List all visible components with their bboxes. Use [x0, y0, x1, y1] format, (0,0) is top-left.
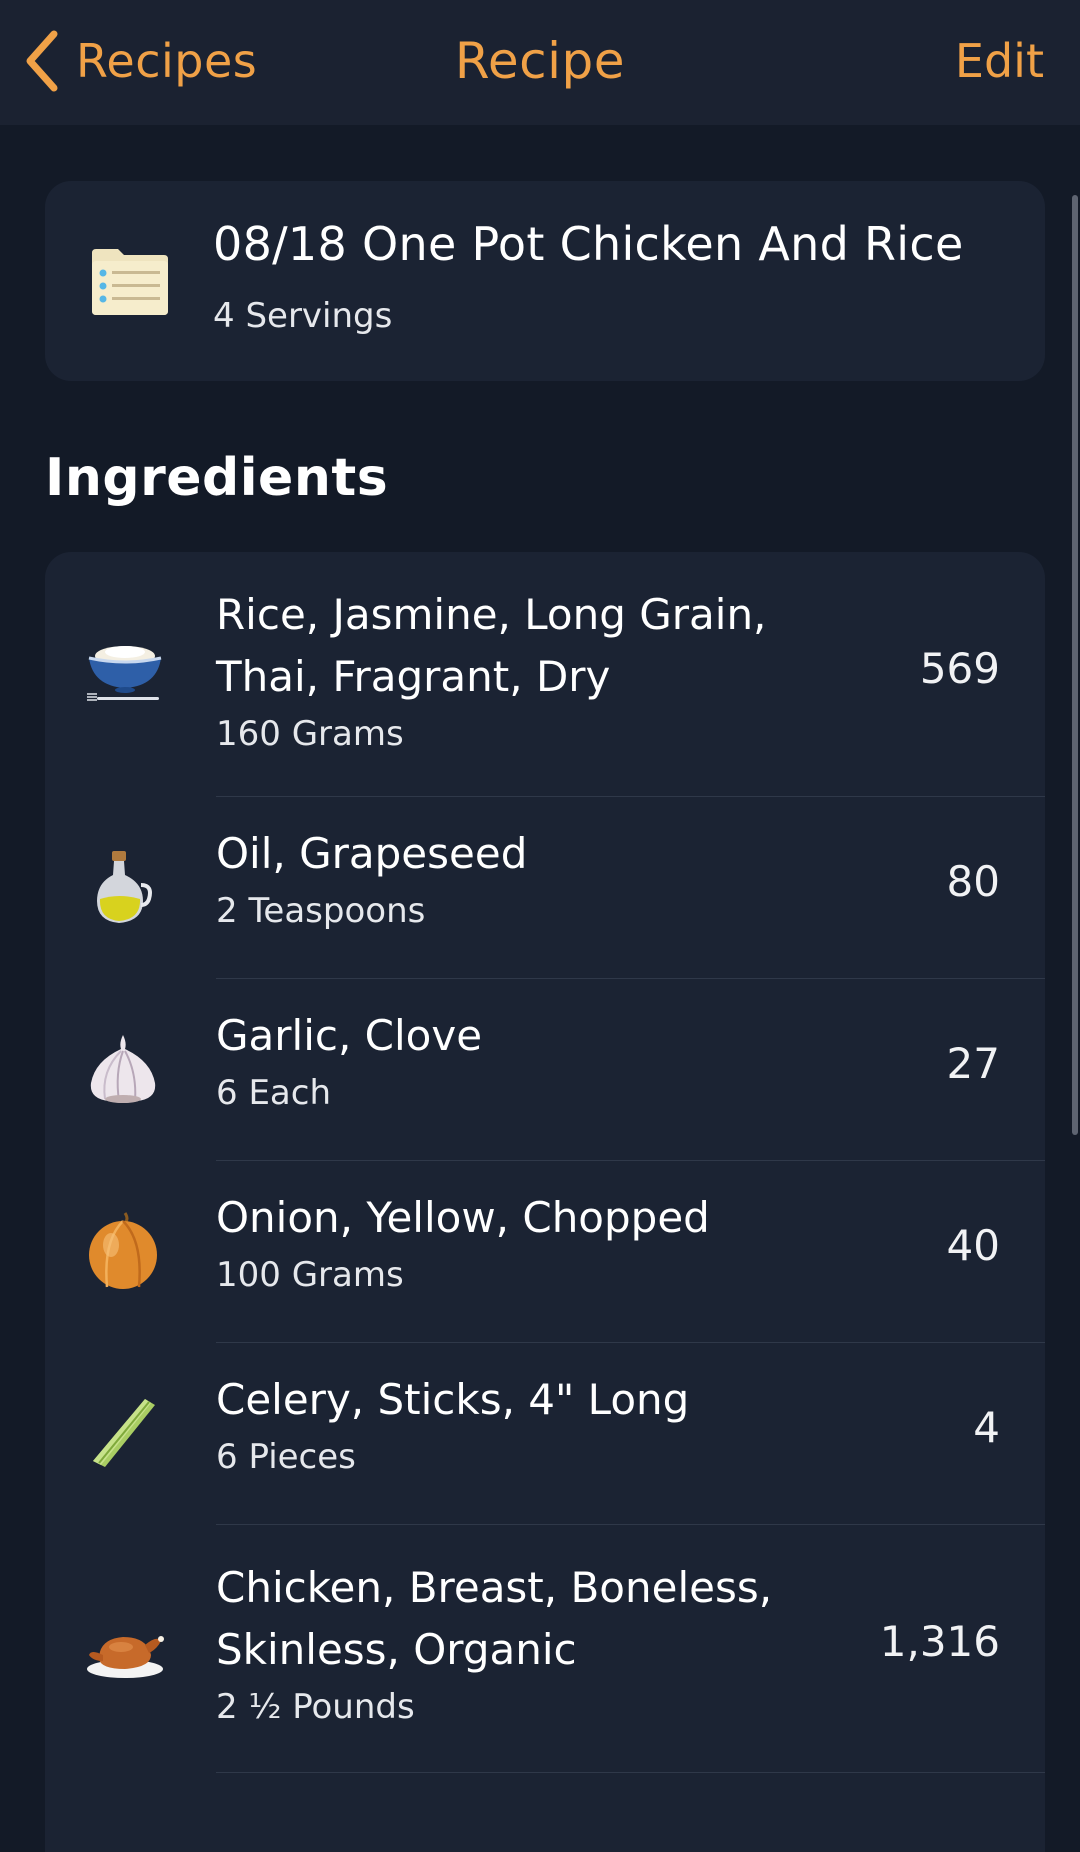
celery-icon [93, 1399, 155, 1467]
page-title: Recipe [454, 32, 626, 90]
ingredient-calories: 40 [946, 1221, 1000, 1270]
ingredient-row[interactable]: Chicken, Breast, Boneless, Skinless, Org… [45, 1525, 1045, 1773]
ingredients-list: Rice, Jasmine, Long Grain, Thai, Fragran… [45, 552, 1045, 1852]
ingredient-calories: 569 [919, 644, 1000, 693]
scrollbar[interactable] [1072, 195, 1078, 1135]
ingredient-row[interactable]: Garlic, Clove 6 Each 27 [45, 979, 1045, 1161]
ingredient-amount: 6 Pieces [216, 1437, 356, 1477]
ingredient-row[interactable]: Celery, Sticks, 4" Long 6 Pieces 4 [45, 1343, 1045, 1525]
ingredient-name-line2: Thai, Fragrant, Dry [216, 652, 611, 701]
ingredient-row[interactable]: Rice, Jasmine, Long Grain, Thai, Fragran… [45, 552, 1045, 797]
ingredient-text: Garlic, Clove 6 Each [216, 1005, 865, 1119]
ingredient-amount: 2 ½ Pounds [216, 1687, 415, 1727]
ingredient-row[interactable]: Oil, Grapeseed 2 Teaspoons 80 [45, 797, 1045, 979]
navigation-bar: Recipes Recipe Edit [0, 0, 1080, 125]
ingredient-name-line2: Skinless, Organic [216, 1625, 577, 1674]
ingredient-text: Celery, Sticks, 4" Long 6 Pieces [216, 1369, 865, 1483]
oil-bottle-icon [97, 851, 152, 923]
ingredient-text: Rice, Jasmine, Long Grain, Thai, Fragran… [216, 584, 865, 760]
garlic-icon [90, 1035, 156, 1103]
ingredient-calories: 1,316 [879, 1617, 1000, 1666]
ingredient-name: Rice, Jasmine, Long Grain, [216, 590, 767, 639]
ingredient-amount: 160 Grams [216, 714, 404, 754]
ingredient-row[interactable]: Onion, Yellow, Chopped 100 Grams 40 [45, 1161, 1045, 1343]
ingredient-name: Garlic, Clove [216, 1011, 483, 1060]
ingredient-amount: 6 Each [216, 1073, 331, 1113]
recipe-servings: 4 Servings [213, 296, 393, 336]
ingredient-text: Oil, Grapeseed 2 Teaspoons [216, 823, 865, 937]
edit-button[interactable]: Edit [955, 28, 1044, 94]
ingredient-amount: 2 Teaspoons [216, 891, 426, 931]
ingredient-text: Chicken, Breast, Boneless, Skinless, Org… [216, 1557, 865, 1733]
recipe-card-icon [92, 249, 168, 315]
ingredient-amount: 100 Grams [216, 1255, 404, 1295]
ingredients-heading: Ingredients [45, 448, 389, 508]
ingredient-name: Onion, Yellow, Chopped [216, 1193, 710, 1242]
recipe-header-card[interactable]: 08/18 One Pot Chicken And Rice 4 Serving… [45, 181, 1045, 381]
ingredient-name: Oil, Grapeseed [216, 829, 528, 878]
ingredient-calories: 4 [973, 1403, 1000, 1452]
rice-bowl-icon [87, 646, 162, 701]
ingredient-name: Chicken, Breast, Boneless, [216, 1563, 773, 1612]
ingredient-name: Celery, Sticks, 4" Long [216, 1375, 690, 1424]
ingredient-calories: 80 [946, 857, 1000, 906]
ingredient-text: Onion, Yellow, Chopped 100 Grams [216, 1187, 865, 1301]
ingredient-calories: 27 [946, 1039, 1000, 1088]
recipe-name: 08/18 One Pot Chicken And Rice [213, 217, 964, 271]
row-divider [216, 1772, 1045, 1773]
onion-icon [89, 1212, 157, 1289]
roast-chicken-icon [87, 1636, 164, 1678]
